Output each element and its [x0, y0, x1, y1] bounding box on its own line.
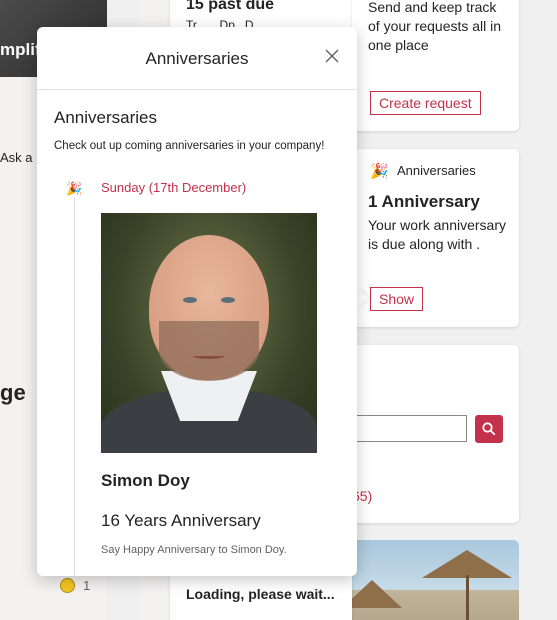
person-name: Simon Doy [101, 471, 190, 490]
party-popper-icon: 🎉 [66, 181, 83, 196]
search-input[interactable] [352, 415, 467, 442]
photo-eye [221, 297, 235, 303]
section-title: Anniversaries [54, 108, 157, 127]
anniversary-card: 🎉 Anniversaries 1 Anniversary Your work … [352, 149, 519, 327]
reaction-count: 1 [83, 578, 91, 593]
section-heading: ge [0, 380, 26, 405]
popup-divider [37, 89, 357, 90]
anniversary-card-text: Your work anniversary is due along with … [368, 217, 506, 252]
news-card: Loading, please wait... [170, 570, 352, 620]
anniversaries-popup: Anniversaries Anniversaries Check out up… [37, 27, 357, 576]
umbrella-pole [466, 575, 469, 620]
anniversary-count-title: 1 Anniversary [368, 192, 480, 211]
anniversary-message: Say Happy Anniversary to Simon Doy. [101, 544, 287, 556]
requests-card: Send and keep track of your requests all… [352, 0, 519, 131]
umbrella-shape [352, 580, 402, 608]
tasks-title: 15 past due [186, 0, 275, 13]
show-button[interactable]: Show [370, 287, 424, 311]
reaction-emoji-icon[interactable] [60, 578, 75, 593]
person-photo [101, 213, 317, 453]
requests-description: Send and keep track of your requests all… [368, 0, 502, 53]
popup-title: Anniversaries [145, 49, 249, 68]
anniversary-card-header: Anniversaries [397, 163, 476, 178]
loading-text: Loading, please wait... [186, 586, 335, 602]
photo-eye [183, 297, 197, 303]
section-subtitle: Check out up coming anniversaries in you… [54, 140, 325, 152]
search-button[interactable] [475, 415, 503, 443]
news-image [352, 540, 519, 620]
search-icon [482, 422, 496, 436]
entry-date: Sunday (17th December) [101, 180, 247, 195]
photo-beard [159, 321, 259, 381]
create-request-button[interactable]: Create request [370, 91, 481, 115]
close-icon[interactable] [325, 49, 339, 68]
search-card: 65) [352, 345, 519, 523]
anniversary-years: 16 Years Anniversary [101, 511, 261, 530]
timeline-line [74, 197, 75, 576]
party-popper-icon: 🎉 [370, 163, 389, 180]
ask-text[interactable]: Ask a [0, 150, 33, 165]
photo-mouth [193, 353, 225, 359]
